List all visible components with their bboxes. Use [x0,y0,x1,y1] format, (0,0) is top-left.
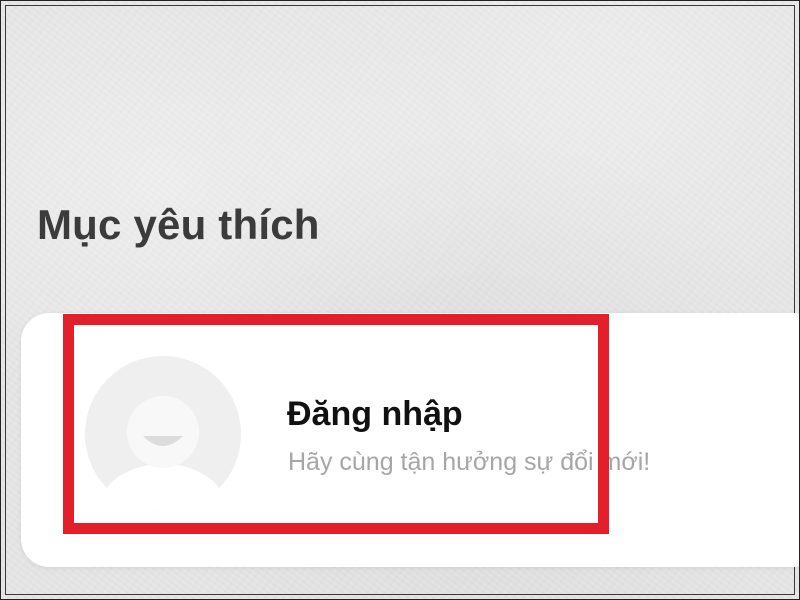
default-user-avatar-icon[interactable] [85,356,241,512]
avatar-graphic [85,356,241,512]
login-title[interactable]: Đăng nhập [287,395,463,434]
login-subtitle: Hãy cùng tận hưởng sự đổi mới! [288,448,651,476]
favorites-title: Mục yêu thích [37,201,320,248]
screen: Mục yêu thích Đăng nhập Hãy cùng tận hưở… [0,0,800,600]
